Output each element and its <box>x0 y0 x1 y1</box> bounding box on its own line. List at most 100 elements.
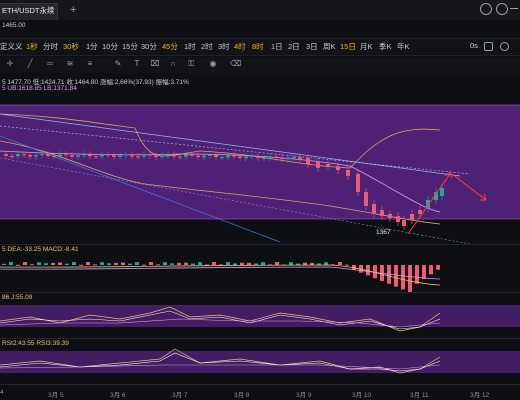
timeframe-15[interactable]: 2日 <box>288 41 300 52</box>
timeframe-4[interactable]: 1分 <box>86 41 98 52</box>
pencil-icon[interactable]: ✎ <box>113 59 123 69</box>
text-icon[interactable]: T <box>132 59 142 69</box>
candle <box>22 154 26 156</box>
candle <box>388 214 392 218</box>
x-tick-2: 3月 6 <box>110 392 126 399</box>
timeframe-20[interactable]: 季K <box>379 41 392 52</box>
candle <box>326 164 330 166</box>
candle <box>4 154 8 156</box>
macd-bar <box>226 262 230 265</box>
timeframe-8[interactable]: 45分 <box>162 41 178 52</box>
kdj-label: 86 J:55.09 <box>2 294 33 301</box>
candle <box>316 162 320 168</box>
macd-bar <box>177 262 181 265</box>
minimize-icon[interactable] <box>510 8 518 9</box>
timeframe-11[interactable]: 3时 <box>218 41 230 52</box>
timeframe-19[interactable]: 月K <box>360 41 373 52</box>
candle <box>286 157 290 160</box>
candlestick-chart <box>0 104 520 245</box>
x-tick-4: 3月 8 <box>234 392 250 399</box>
macd-bar <box>373 265 377 279</box>
close-icon[interactable]: × <box>48 4 53 13</box>
candle <box>64 154 68 156</box>
timeframe-5[interactable]: 10分 <box>102 41 118 52</box>
trash-icon[interactable]: ⌫ <box>230 59 241 69</box>
macd-bar <box>142 264 146 266</box>
timeframe-12[interactable]: 4时 <box>234 41 246 52</box>
candle <box>124 154 128 156</box>
macd-bar <box>415 265 419 284</box>
macd-bar <box>240 262 244 265</box>
candle <box>250 155 254 157</box>
timeframe-9[interactable]: 1时 <box>184 41 196 52</box>
candle <box>280 157 284 160</box>
candle <box>346 170 350 176</box>
lock-icon[interactable]: ⚿ <box>186 59 196 69</box>
candle <box>112 155 116 157</box>
timeframe-22[interactable]: 0s <box>470 41 478 50</box>
candle <box>52 156 56 158</box>
add-tab-button[interactable]: + <box>70 4 76 16</box>
macd-bar <box>121 262 125 265</box>
eye-icon[interactable]: ◉ <box>208 59 218 69</box>
timeframe-17[interactable]: 周K <box>323 41 336 52</box>
tab-label: ETH/USDT永续 <box>2 6 55 15</box>
timeframe-separator <box>242 41 243 52</box>
macd-bar <box>58 262 62 265</box>
candle <box>88 154 92 157</box>
macd-bar <box>149 262 153 265</box>
camera-icon[interactable] <box>500 42 509 51</box>
macd-bar <box>275 262 279 265</box>
timeframe-10[interactable]: 2时 <box>201 41 213 52</box>
timeframe-21[interactable]: 年K <box>397 41 410 52</box>
trend-line-icon[interactable]: ╱ <box>25 59 35 69</box>
main-chart-pane[interactable] <box>0 96 520 245</box>
candle <box>256 156 260 159</box>
low-price-label: 1367 <box>376 229 391 236</box>
timeframe-1[interactable]: 1秒 <box>26 41 38 52</box>
macd-bar <box>163 262 167 265</box>
title-bar <box>0 0 520 20</box>
candle <box>16 154 20 157</box>
timeframe-7[interactable]: 30分 <box>141 41 157 52</box>
fib-icon[interactable]: ≡ <box>85 59 95 69</box>
candle <box>148 154 152 156</box>
macd-bar <box>128 263 132 265</box>
candle <box>94 156 98 158</box>
macd-bar <box>23 262 27 265</box>
magnet-icon[interactable]: ∩ <box>168 59 178 69</box>
bell-icon[interactable] <box>480 3 492 15</box>
candle <box>298 157 302 160</box>
x-tick-3: 3月 7 <box>172 392 188 399</box>
timeframe-16[interactable]: 3日 <box>306 41 318 52</box>
tab-price: 1465.00 <box>2 22 26 29</box>
kdj-chart <box>0 305 520 332</box>
timeframe-6[interactable]: 15分 <box>122 41 138 52</box>
macd-bar <box>79 264 83 266</box>
timeframe-3[interactable]: 30秒 <box>63 41 79 52</box>
macd-bar <box>30 264 34 266</box>
help-icon[interactable] <box>496 3 508 15</box>
candle <box>160 155 164 158</box>
timeframe-0[interactable]: 定义义 <box>0 41 23 52</box>
measure-icon[interactable]: ⌧ <box>150 59 160 69</box>
macd-bar <box>16 264 20 266</box>
timeframe-18[interactable]: 15日 <box>340 41 356 52</box>
macd-bar <box>107 263 111 265</box>
kdj-pane[interactable]: 86 J:55.09 <box>0 292 520 338</box>
macd-pane[interactable]: 5 DEA:-33.25 MACD:-8.41 <box>0 244 520 293</box>
candle <box>172 154 176 157</box>
macd-bar <box>247 262 251 265</box>
macd-bar <box>184 262 188 265</box>
rsi-pane[interactable]: RSI2:43.55 RSI3:39.39 <box>0 338 520 384</box>
macd-bar <box>289 262 293 265</box>
candle <box>208 154 212 156</box>
macd-bar <box>93 264 97 266</box>
channel-icon[interactable]: ≋ <box>65 59 75 69</box>
timeframe-13[interactable]: 8时 <box>252 41 264 52</box>
timeframe-2[interactable]: 分时 <box>43 41 58 52</box>
settings-icon[interactable] <box>484 42 493 51</box>
cursor-icon[interactable]: ✛ <box>5 59 15 69</box>
timeframe-14[interactable]: 1日 <box>271 41 283 52</box>
horizontal-line-icon[interactable]: ═ <box>45 59 55 69</box>
